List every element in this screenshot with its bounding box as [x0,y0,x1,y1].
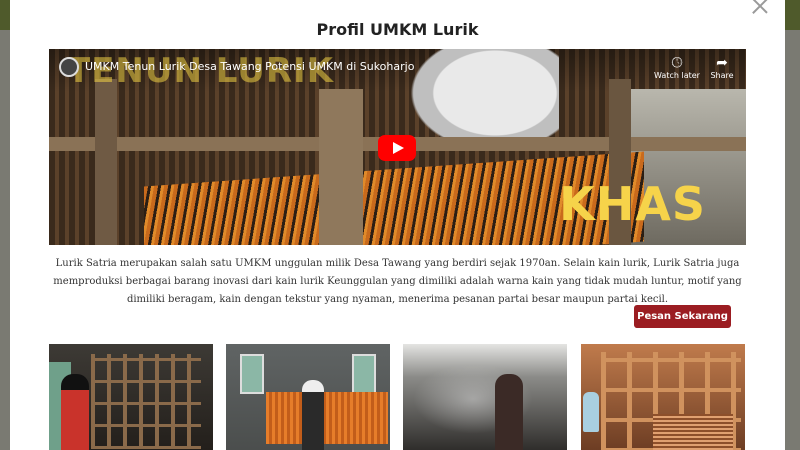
share-icon: ➦ [716,55,728,71]
modal-title: Profil UMKM Lurik [316,20,479,39]
youtube-video-player[interactable]: TENUN LURIK KHAS UMKM Tenun Lurik Desa T… [49,49,746,245]
photo-gallery [49,344,746,450]
umkm-description: Lurik Satria merupakan salah satu UMKM u… [53,258,742,305]
gallery-photo-smoky-workshop[interactable] [403,344,567,450]
share-label: Share [710,71,734,80]
gallery-photo-dyed-yarn[interactable] [226,344,390,450]
photo-weaver [61,374,89,450]
photo-window [352,354,376,394]
play-icon[interactable] [378,135,416,161]
photo-worker [302,380,324,450]
photo-orange-yarn [266,392,388,444]
video-loom-post [319,89,363,245]
clock-icon: 🕓︎ [671,55,683,71]
photo-worker [495,374,523,450]
gallery-photo-loom-frame[interactable] [581,344,745,450]
gallery-photo-weaver-woman[interactable] [49,344,213,450]
photo-loom [91,354,201,449]
video-title-link[interactable]: UMKM Tenun Lurik Desa Tawang Potensi UMK… [85,60,414,73]
close-icon[interactable] [749,0,771,18]
photo-water-bottle [583,392,599,432]
watch-later-button[interactable]: 🕓︎ Watch later [652,55,702,80]
channel-avatar[interactable] [59,57,79,77]
photo-window [240,354,264,394]
photo-fabric [653,414,733,450]
video-overlay-word: KHAS [559,177,706,231]
order-now-button[interactable]: Pesan Sekarang >> [634,305,731,345]
profile-modal: Profil UMKM Lurik TENUN LURIK KHAS UMKM … [10,0,785,450]
watch-later-label: Watch later [654,71,700,80]
video-loom-post [95,79,117,245]
share-button[interactable]: ➦ Share [697,55,746,80]
